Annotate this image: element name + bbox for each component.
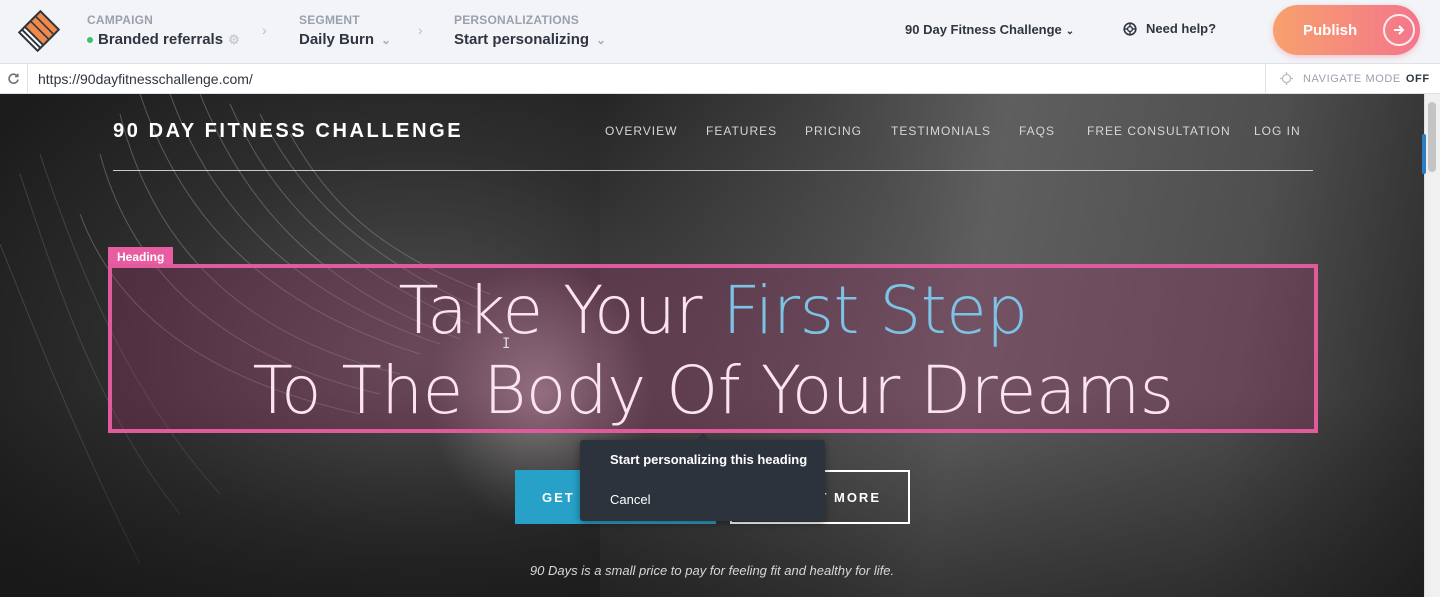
personalize-popup: Start personalizing this heading Cancel	[580, 433, 825, 521]
chevron-right-icon: ›	[262, 22, 267, 38]
segment-selector[interactable]: SEGMENT Daily Burn ⌄	[299, 13, 391, 48]
learn-more-label: T MORE	[818, 489, 881, 505]
refresh-icon[interactable]	[0, 64, 28, 93]
start-personalizing-menu-item[interactable]: Start personalizing this heading	[610, 452, 807, 467]
heading-line-1: Take Your First Step	[112, 272, 1314, 349]
url-bar: https://90dayfitnesschallenge.com/ NAVIG…	[0, 64, 1440, 94]
text-cursor-icon: I	[502, 336, 511, 352]
hero-tagline: 90 Days is a small price to pay for feel…	[529, 563, 895, 578]
navigate-mode-state: OFF	[1405, 72, 1430, 85]
navigate-mode-label: NAVIGATE MODE	[1303, 72, 1401, 85]
stacked-layers-logo-icon[interactable]	[17, 9, 61, 53]
preview-scrollbar[interactable]	[1422, 94, 1440, 597]
site-nav-overview[interactable]: OVERVIEW	[605, 124, 677, 138]
cancel-menu-item[interactable]: Cancel	[610, 492, 650, 507]
lifebuoy-icon	[1123, 21, 1137, 36]
heading-line-2: To The Body Of Your Dreams	[252, 352, 1175, 429]
personalizations-selector[interactable]: PERSONALIZATIONS Start personalizing ⌄	[454, 13, 606, 48]
url-field[interactable]: https://90dayfitnesschallenge.com/	[38, 71, 253, 87]
gear-icon[interactable]: ⚙	[228, 32, 240, 48]
top-toolbar: CAMPAIGN Branded referrals ⚙ › SEGMENT D…	[0, 0, 1440, 64]
site-nav-log-in[interactable]: LOG IN	[1254, 124, 1301, 138]
heading-text: Take Your	[398, 272, 723, 349]
scroll-position-marker	[1422, 134, 1426, 174]
navigate-mode-toggle[interactable]: NAVIGATE MODE OFF	[1265, 64, 1440, 93]
segment-value: Daily Burn	[299, 31, 375, 48]
personalizations-value: Start personalizing	[454, 31, 590, 48]
site-nav-free-consultation[interactable]: FREE CONSULTATION	[1087, 124, 1231, 138]
personalizations-label: PERSONALIZATIONS	[454, 13, 579, 27]
site-nav-pricing[interactable]: PRICING	[805, 124, 862, 138]
campaign-selector[interactable]: CAMPAIGN Branded referrals ⚙	[87, 13, 240, 48]
crosshair-icon	[1280, 72, 1293, 85]
site-nav-features[interactable]: FEATURES	[706, 124, 777, 138]
campaign-status-dot	[87, 36, 93, 43]
help-link[interactable]: Need help?	[1123, 21, 1216, 36]
chevron-down-icon: ⌄	[1065, 26, 1075, 37]
site-preview: 90 DAY FITNESS CHALLENGE OVERVIEW FEATUR…	[0, 94, 1424, 597]
heading-highlight: First Step	[722, 272, 1029, 349]
chevron-right-icon: ›	[418, 22, 423, 38]
chevron-down-icon: ⌄	[596, 32, 607, 47]
site-nav-testimonials[interactable]: TESTIMONIALS	[891, 124, 991, 138]
site-title[interactable]: 90 DAY FITNESS CHALLENGE	[113, 120, 463, 143]
site-nav-faqs[interactable]: FAQS	[1019, 124, 1055, 138]
selected-heading[interactable]: Take Your First Step To The Body Of Your…	[108, 264, 1318, 433]
campaign-value: Branded referrals	[98, 31, 224, 48]
publish-button[interactable]: Publish	[1273, 5, 1420, 55]
project-name: 90 Day Fitness Challenge	[905, 22, 1062, 37]
project-dropdown[interactable]: 90 Day Fitness Challenge ⌄	[905, 22, 1074, 37]
arrow-right-icon	[1383, 14, 1415, 46]
scrollbar-thumb[interactable]	[1428, 102, 1436, 172]
campaign-label: CAMPAIGN	[87, 13, 154, 27]
nav-divider	[113, 170, 1313, 171]
chevron-down-icon: ⌄	[381, 32, 392, 47]
help-label: Need help?	[1146, 21, 1217, 36]
publish-label: Publish	[1303, 21, 1358, 39]
segment-label: SEGMENT	[299, 13, 360, 27]
